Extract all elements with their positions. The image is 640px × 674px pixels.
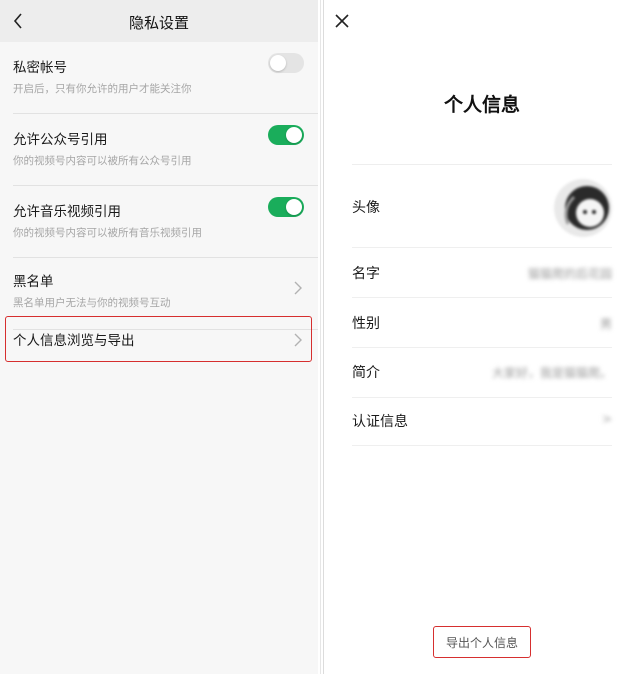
setting-row-private-account: 私密帐号 开启后，只有你允许的用户才能关注你 [0, 42, 318, 114]
row-title: 允许公众号引用 [13, 132, 108, 148]
info-row-verification[interactable]: 认证信息 > [352, 398, 612, 446]
info-label: 认证信息 [352, 414, 408, 430]
gender-value: 男 [599, 317, 612, 331]
export-personal-info-button[interactable]: 导出个人信息 [433, 626, 531, 658]
divider [352, 164, 612, 165]
setting-row-official-account-quote: 允许公众号引用 你的视频号内容可以被所有公众号引用 [0, 114, 318, 186]
name-value: 猫猫爬的后花园 [527, 267, 612, 281]
music-video-quote-toggle[interactable] [268, 197, 304, 217]
bio-value: 大家好，我是猫猫爬。 [491, 366, 612, 380]
info-label: 名字 [352, 266, 380, 282]
info-row-bio: 简介 大家好，我是猫猫爬。 [352, 348, 612, 398]
info-label: 简介 [352, 365, 380, 381]
setting-row-music-video-quote: 允许音乐视频引用 你的视频号内容可以被所有音乐视频引用 [0, 186, 318, 258]
row-title: 允许音乐视频引用 [13, 204, 121, 220]
close-icon[interactable] [333, 12, 351, 30]
row-title: 黑名单 [13, 274, 54, 290]
divider [352, 445, 612, 446]
info-row-name: 名字 猫猫爬的后花园 [352, 248, 612, 298]
row-description: 黑名单用户无法与你的视频号互动 [13, 297, 171, 309]
private-account-toggle[interactable] [268, 53, 304, 73]
highlight-frame [5, 316, 312, 362]
info-label: 头像 [352, 200, 380, 216]
personal-info-panel: 个人信息 头像 名字 猫猫爬的后花园 性别 男 简介 大家好，我是猫猫爬。 认证… [323, 0, 640, 674]
row-description: 你的视频号内容可以被所有公众号引用 [13, 155, 192, 167]
page-title: 个人信息 [443, 94, 520, 116]
page-title: 隐私设置 [128, 14, 189, 32]
row-description: 开启后，只有你允许的用户才能关注你 [13, 83, 192, 95]
privacy-settings-panel: 隐私设置 私密帐号 开启后，只有你允许的用户才能关注你 允许公众号引用 你的视频… [0, 0, 318, 674]
avatar [554, 179, 612, 237]
info-row-gender: 性别 男 [352, 298, 612, 348]
verification-value: > [601, 412, 612, 426]
export-button-label: 导出个人信息 [445, 635, 518, 650]
info-row-avatar: 头像 [352, 170, 612, 248]
row-description: 你的视频号内容可以被所有音乐视频引用 [13, 227, 202, 239]
official-account-quote-toggle[interactable] [268, 125, 304, 145]
header-bar: 隐私设置 [0, 0, 318, 42]
row-title: 私密帐号 [13, 60, 67, 76]
chevron-right-icon [294, 281, 302, 295]
info-label: 性别 [352, 316, 380, 332]
